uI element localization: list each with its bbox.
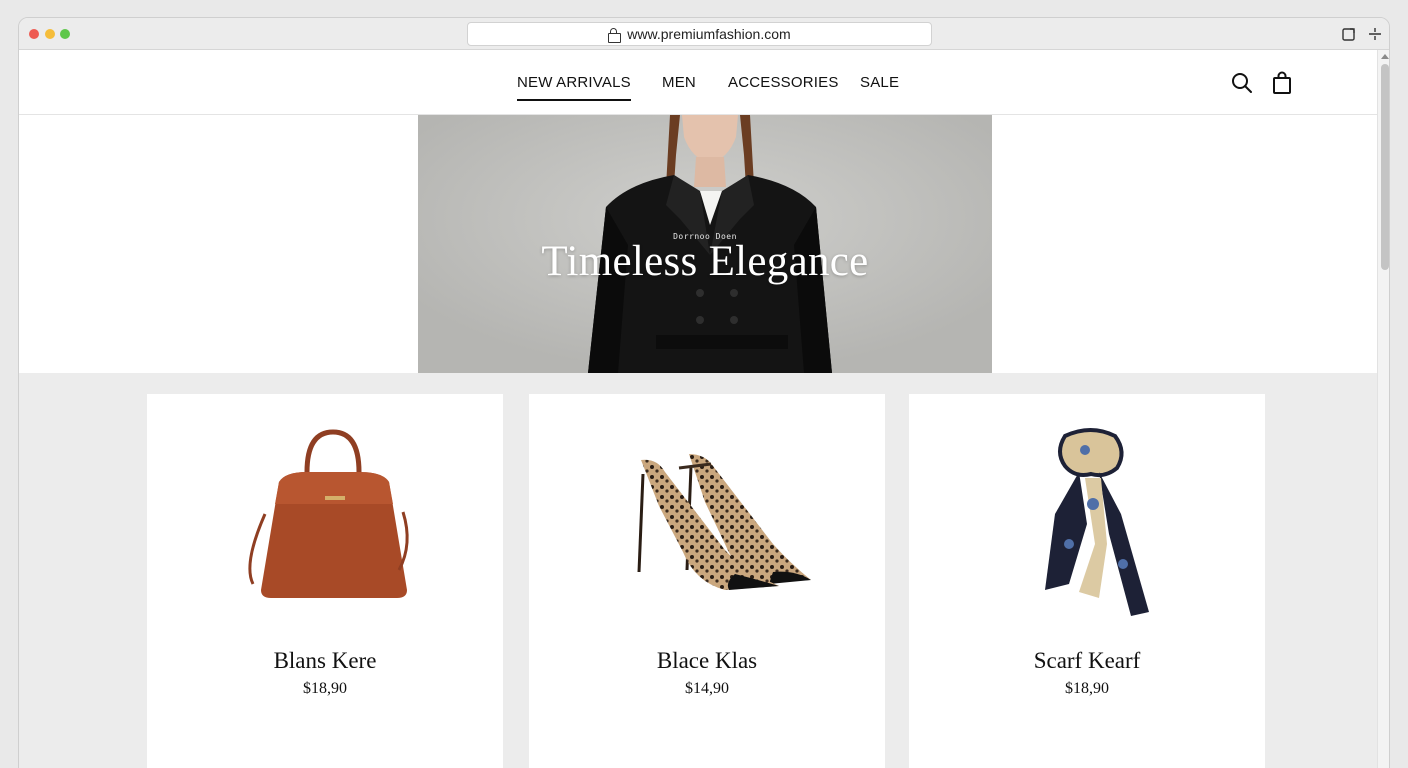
product-price: $18,90 — [1065, 680, 1109, 697]
hero-section: Dorrnoo Doen Timeless Elegance — [19, 115, 1377, 373]
close-window-button[interactable] — [29, 29, 39, 39]
vertical-scrollbar[interactable] — [1377, 50, 1389, 768]
browser-titlebar: www.premiumfashion.com — [19, 18, 1389, 50]
hero-banner[interactable]: Dorrnoo Doen Timeless Elegance — [418, 115, 992, 373]
product-card[interactable]: Blace Klas $14,90 — [529, 394, 885, 768]
url-text: www.premiumfashion.com — [627, 26, 791, 42]
main-nav: NEW ARRIVALS MEN ACCESSORIES SALE — [19, 74, 1377, 101]
product-price: $14,90 — [685, 680, 729, 697]
nav-men[interactable]: MEN — [662, 74, 696, 91]
lock-icon — [608, 27, 622, 43]
minimize-window-button[interactable] — [45, 29, 55, 39]
handbag-image — [248, 429, 409, 598]
product-name: Scarf Kearf — [1033, 648, 1141, 673]
nav-sale[interactable]: SALE — [860, 74, 899, 91]
hero-title: Timeless Elegance — [541, 238, 869, 285]
product-name: Blace Klas — [656, 648, 758, 673]
product-grid: Blans Kere $18,90 Blace Klas $14,90 Scar… — [19, 373, 1377, 768]
page-viewport: NEW ARRIVALS MEN ACCESSORIES SALE Dorrno… — [19, 50, 1377, 768]
scroll-thumb[interactable] — [1381, 64, 1389, 270]
nav-accessories[interactable]: ACCESSORIES — [728, 74, 839, 91]
scroll-up-arrow[interactable] — [1381, 54, 1389, 59]
heels-image — [637, 454, 811, 590]
maximize-window-button[interactable] — [60, 29, 70, 39]
tabs-icon[interactable] — [1341, 26, 1357, 42]
shopping-bag-icon[interactable] — [1270, 71, 1294, 95]
search-icon[interactable] — [1230, 71, 1254, 95]
product-name: Blans Kere — [273, 648, 377, 673]
product-card[interactable]: Blans Kere $18,90 — [147, 394, 503, 768]
product-card[interactable]: Scarf Kearf $18,90 — [909, 394, 1265, 768]
site-header: NEW ARRIVALS MEN ACCESSORIES SALE — [19, 50, 1377, 115]
scarf-image — [1045, 428, 1149, 616]
sidebar-toggle-icon[interactable] — [1367, 26, 1383, 42]
browser-window: www.premiumfashion.com NEW ARRIVALS MEN … — [18, 17, 1390, 768]
address-bar[interactable]: www.premiumfashion.com — [467, 22, 932, 46]
product-price: $18,90 — [303, 680, 347, 697]
nav-new-arrivals[interactable]: NEW ARRIVALS — [517, 74, 631, 101]
